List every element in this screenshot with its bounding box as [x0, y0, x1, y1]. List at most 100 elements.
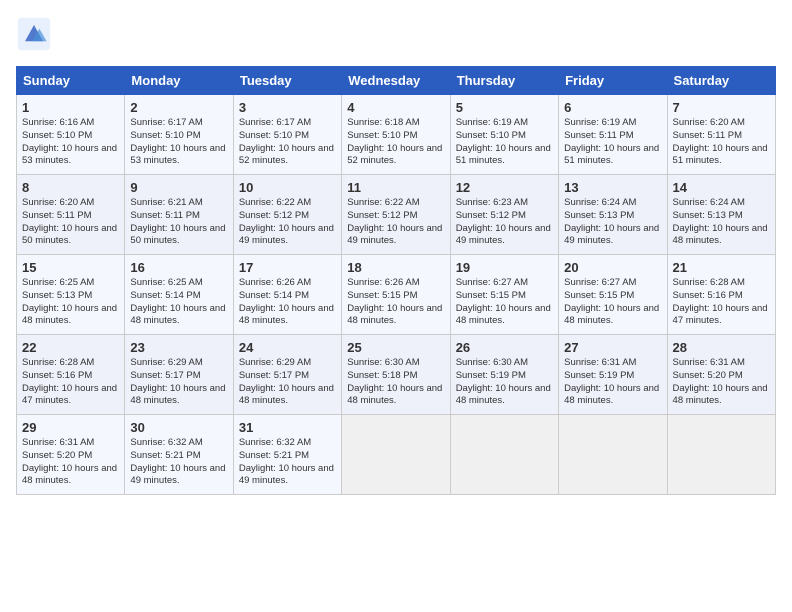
cell-sunrise: Sunrise: 6:31 AMSunset: 5:20 PMDaylight:… [22, 437, 117, 486]
cell-sunrise: Sunrise: 6:24 AMSunset: 5:13 PMDaylight:… [673, 197, 768, 246]
cell-sunrise: Sunrise: 6:24 AMSunset: 5:13 PMDaylight:… [564, 197, 659, 246]
cell-sunrise: Sunrise: 6:22 AMSunset: 5:12 PMDaylight:… [239, 197, 334, 246]
calendar-cell: 7 Sunrise: 6:20 AMSunset: 5:11 PMDayligh… [667, 95, 775, 175]
calendar-cell: 22 Sunrise: 6:28 AMSunset: 5:16 PMDaylig… [17, 335, 125, 415]
calendar-table: SundayMondayTuesdayWednesdayThursdayFrid… [16, 66, 776, 495]
header-wednesday: Wednesday [342, 67, 450, 95]
day-number: 20 [564, 260, 661, 275]
cell-sunrise: Sunrise: 6:29 AMSunset: 5:17 PMDaylight:… [239, 357, 334, 406]
calendar-week-3: 15 Sunrise: 6:25 AMSunset: 5:13 PMDaylig… [17, 255, 776, 335]
header-monday: Monday [125, 67, 233, 95]
calendar-cell: 9 Sunrise: 6:21 AMSunset: 5:11 PMDayligh… [125, 175, 233, 255]
cell-sunrise: Sunrise: 6:22 AMSunset: 5:12 PMDaylight:… [347, 197, 442, 246]
calendar-header-row: SundayMondayTuesdayWednesdayThursdayFrid… [17, 67, 776, 95]
calendar-cell: 24 Sunrise: 6:29 AMSunset: 5:17 PMDaylig… [233, 335, 341, 415]
cell-sunrise: Sunrise: 6:17 AMSunset: 5:10 PMDaylight:… [239, 117, 334, 166]
cell-sunrise: Sunrise: 6:17 AMSunset: 5:10 PMDaylight:… [130, 117, 225, 166]
cell-sunrise: Sunrise: 6:25 AMSunset: 5:14 PMDaylight:… [130, 277, 225, 326]
page-header [16, 16, 776, 52]
day-number: 14 [673, 180, 770, 195]
day-number: 24 [239, 340, 336, 355]
calendar-cell: 5 Sunrise: 6:19 AMSunset: 5:10 PMDayligh… [450, 95, 558, 175]
cell-sunrise: Sunrise: 6:19 AMSunset: 5:11 PMDaylight:… [564, 117, 659, 166]
cell-sunrise: Sunrise: 6:27 AMSunset: 5:15 PMDaylight:… [564, 277, 659, 326]
day-number: 16 [130, 260, 227, 275]
header-friday: Friday [559, 67, 667, 95]
day-number: 17 [239, 260, 336, 275]
calendar-cell: 29 Sunrise: 6:31 AMSunset: 5:20 PMDaylig… [17, 415, 125, 495]
calendar-cell: 28 Sunrise: 6:31 AMSunset: 5:20 PMDaylig… [667, 335, 775, 415]
day-number: 26 [456, 340, 553, 355]
calendar-cell: 19 Sunrise: 6:27 AMSunset: 5:15 PMDaylig… [450, 255, 558, 335]
calendar-cell: 25 Sunrise: 6:30 AMSunset: 5:18 PMDaylig… [342, 335, 450, 415]
day-number: 7 [673, 100, 770, 115]
calendar-week-5: 29 Sunrise: 6:31 AMSunset: 5:20 PMDaylig… [17, 415, 776, 495]
calendar-cell: 15 Sunrise: 6:25 AMSunset: 5:13 PMDaylig… [17, 255, 125, 335]
calendar-cell: 16 Sunrise: 6:25 AMSunset: 5:14 PMDaylig… [125, 255, 233, 335]
day-number: 31 [239, 420, 336, 435]
cell-sunrise: Sunrise: 6:21 AMSunset: 5:11 PMDaylight:… [130, 197, 225, 246]
day-number: 18 [347, 260, 444, 275]
cell-sunrise: Sunrise: 6:25 AMSunset: 5:13 PMDaylight:… [22, 277, 117, 326]
calendar-cell: 26 Sunrise: 6:30 AMSunset: 5:19 PMDaylig… [450, 335, 558, 415]
cell-sunrise: Sunrise: 6:32 AMSunset: 5:21 PMDaylight:… [130, 437, 225, 486]
header-thursday: Thursday [450, 67, 558, 95]
calendar-cell: 4 Sunrise: 6:18 AMSunset: 5:10 PMDayligh… [342, 95, 450, 175]
cell-sunrise: Sunrise: 6:19 AMSunset: 5:10 PMDaylight:… [456, 117, 551, 166]
day-number: 25 [347, 340, 444, 355]
calendar-cell: 10 Sunrise: 6:22 AMSunset: 5:12 PMDaylig… [233, 175, 341, 255]
cell-sunrise: Sunrise: 6:28 AMSunset: 5:16 PMDaylight:… [22, 357, 117, 406]
calendar-week-2: 8 Sunrise: 6:20 AMSunset: 5:11 PMDayligh… [17, 175, 776, 255]
calendar-cell: 30 Sunrise: 6:32 AMSunset: 5:21 PMDaylig… [125, 415, 233, 495]
cell-sunrise: Sunrise: 6:31 AMSunset: 5:19 PMDaylight:… [564, 357, 659, 406]
calendar-week-1: 1 Sunrise: 6:16 AMSunset: 5:10 PMDayligh… [17, 95, 776, 175]
day-number: 9 [130, 180, 227, 195]
calendar-cell: 21 Sunrise: 6:28 AMSunset: 5:16 PMDaylig… [667, 255, 775, 335]
calendar-cell: 23 Sunrise: 6:29 AMSunset: 5:17 PMDaylig… [125, 335, 233, 415]
calendar-cell: 8 Sunrise: 6:20 AMSunset: 5:11 PMDayligh… [17, 175, 125, 255]
header-tuesday: Tuesday [233, 67, 341, 95]
calendar-cell: 31 Sunrise: 6:32 AMSunset: 5:21 PMDaylig… [233, 415, 341, 495]
day-number: 28 [673, 340, 770, 355]
day-number: 3 [239, 100, 336, 115]
day-number: 15 [22, 260, 119, 275]
logo [16, 16, 56, 52]
day-number: 5 [456, 100, 553, 115]
calendar-cell: 12 Sunrise: 6:23 AMSunset: 5:12 PMDaylig… [450, 175, 558, 255]
day-number: 22 [22, 340, 119, 355]
day-number: 4 [347, 100, 444, 115]
cell-sunrise: Sunrise: 6:20 AMSunset: 5:11 PMDaylight:… [22, 197, 117, 246]
cell-sunrise: Sunrise: 6:23 AMSunset: 5:12 PMDaylight:… [456, 197, 551, 246]
day-number: 21 [673, 260, 770, 275]
day-number: 29 [22, 420, 119, 435]
day-number: 23 [130, 340, 227, 355]
day-number: 30 [130, 420, 227, 435]
cell-sunrise: Sunrise: 6:29 AMSunset: 5:17 PMDaylight:… [130, 357, 225, 406]
day-number: 6 [564, 100, 661, 115]
day-number: 2 [130, 100, 227, 115]
calendar-cell: 2 Sunrise: 6:17 AMSunset: 5:10 PMDayligh… [125, 95, 233, 175]
cell-sunrise: Sunrise: 6:26 AMSunset: 5:15 PMDaylight:… [347, 277, 442, 326]
day-number: 11 [347, 180, 444, 195]
calendar-cell [342, 415, 450, 495]
cell-sunrise: Sunrise: 6:26 AMSunset: 5:14 PMDaylight:… [239, 277, 334, 326]
calendar-cell: 20 Sunrise: 6:27 AMSunset: 5:15 PMDaylig… [559, 255, 667, 335]
calendar-cell: 17 Sunrise: 6:26 AMSunset: 5:14 PMDaylig… [233, 255, 341, 335]
day-number: 19 [456, 260, 553, 275]
cell-sunrise: Sunrise: 6:32 AMSunset: 5:21 PMDaylight:… [239, 437, 334, 486]
cell-sunrise: Sunrise: 6:28 AMSunset: 5:16 PMDaylight:… [673, 277, 768, 326]
logo-icon [16, 16, 52, 52]
calendar-week-4: 22 Sunrise: 6:28 AMSunset: 5:16 PMDaylig… [17, 335, 776, 415]
calendar-cell [450, 415, 558, 495]
calendar-cell [667, 415, 775, 495]
cell-sunrise: Sunrise: 6:18 AMSunset: 5:10 PMDaylight:… [347, 117, 442, 166]
day-number: 1 [22, 100, 119, 115]
header-saturday: Saturday [667, 67, 775, 95]
cell-sunrise: Sunrise: 6:27 AMSunset: 5:15 PMDaylight:… [456, 277, 551, 326]
cell-sunrise: Sunrise: 6:30 AMSunset: 5:18 PMDaylight:… [347, 357, 442, 406]
day-number: 27 [564, 340, 661, 355]
day-number: 12 [456, 180, 553, 195]
calendar-cell: 11 Sunrise: 6:22 AMSunset: 5:12 PMDaylig… [342, 175, 450, 255]
header-sunday: Sunday [17, 67, 125, 95]
calendar-cell: 3 Sunrise: 6:17 AMSunset: 5:10 PMDayligh… [233, 95, 341, 175]
